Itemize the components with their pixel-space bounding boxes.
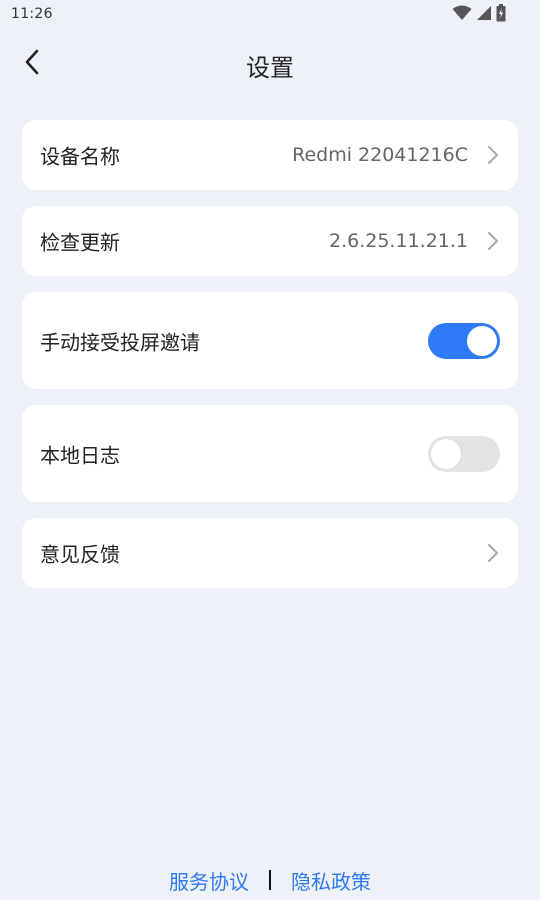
manual-accept-row: 手动接受投屏邀请 xyxy=(22,292,518,389)
manual-accept-label: 手动接受投屏邀请 xyxy=(40,330,200,354)
toggle-knob xyxy=(466,324,498,357)
status-icons xyxy=(452,4,506,26)
version-value: 2.6.25.11.21.1 xyxy=(329,230,468,252)
check-update-row[interactable]: 检查更新 2.6.25.11.21.1 xyxy=(22,206,518,276)
status-time: 11:26 xyxy=(11,6,53,22)
page-title: 设置 xyxy=(246,54,294,82)
status-bar: 11:26 xyxy=(0,0,540,30)
chevron-right-icon xyxy=(486,144,500,166)
wifi-icon xyxy=(452,5,472,25)
local-log-label: 本地日志 xyxy=(40,443,120,467)
footer-links: 服务协议 隐私政策 xyxy=(0,864,540,896)
footer-divider xyxy=(269,870,271,890)
service-agreement-link[interactable]: 服务协议 xyxy=(169,866,249,895)
local-log-toggle[interactable] xyxy=(428,435,500,472)
local-log-row: 本地日志 xyxy=(22,405,518,502)
privacy-policy-link[interactable]: 隐私政策 xyxy=(291,866,371,895)
device-name-value: Redmi 22041216C xyxy=(292,144,468,166)
manual-accept-toggle[interactable] xyxy=(428,322,500,359)
check-update-label: 检查更新 xyxy=(40,230,120,255)
device-name-label: 设备名称 xyxy=(40,144,120,169)
signal-icon xyxy=(476,5,492,25)
feedback-label: 意见反馈 xyxy=(40,542,120,567)
toggle-knob xyxy=(430,437,462,470)
feedback-row[interactable]: 意见反馈 xyxy=(22,518,518,588)
chevron-right-icon xyxy=(486,230,500,252)
device-name-row[interactable]: 设备名称 Redmi 22041216C xyxy=(22,120,518,190)
chevron-right-icon xyxy=(486,542,500,564)
title-bar: 设置 xyxy=(0,40,540,88)
battery-charging-icon xyxy=(496,4,506,26)
